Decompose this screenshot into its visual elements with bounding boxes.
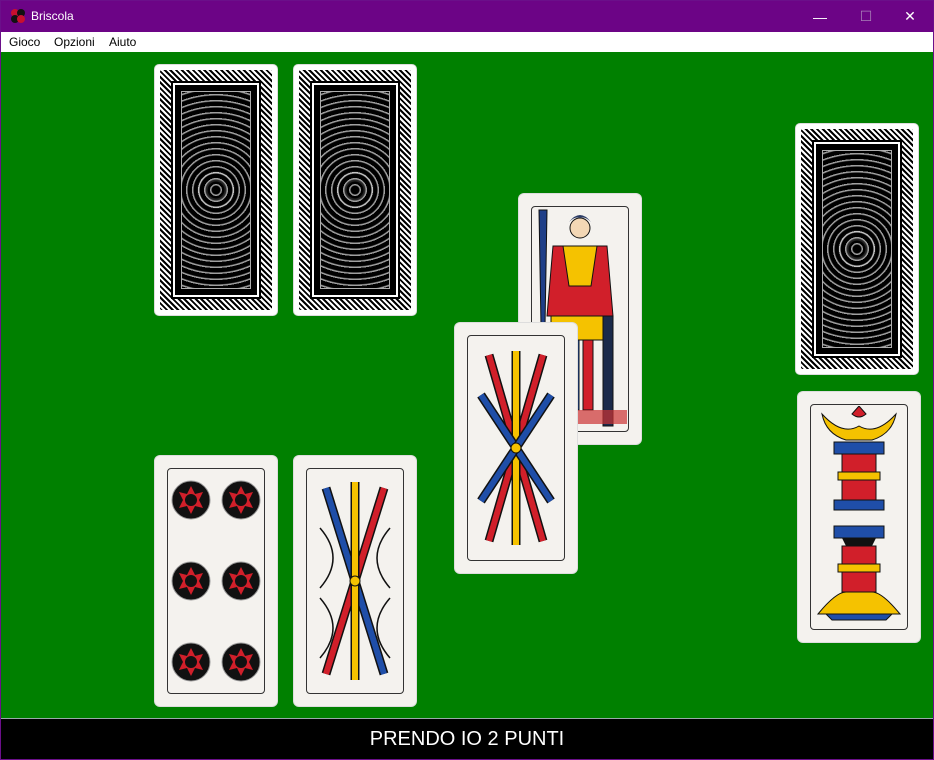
status-message: PRENDO IO 2 PUNTI — [369, 727, 565, 750]
close-icon: ✕ — [904, 8, 916, 24]
hand-card-2[interactable] — [294, 456, 416, 706]
deck-pile[interactable] — [796, 124, 918, 374]
menu-bar: Gioco Opzioni Aiuto — [1, 32, 933, 52]
minimize-icon: — — [813, 8, 827, 25]
menu-gioco[interactable]: Gioco — [9, 35, 40, 49]
maximize-icon: ☐ — [859, 8, 873, 24]
hand-card-1[interactable] — [155, 456, 277, 706]
maximize-button[interactable]: ☐ — [843, 1, 889, 32]
close-button[interactable]: ✕ — [887, 1, 933, 32]
window-title: Briscola — [31, 9, 74, 23]
app-icon — [11, 9, 25, 23]
briscola-card — [798, 392, 920, 642]
opponent-card-1 — [155, 65, 277, 315]
minimize-button[interactable]: — — [797, 1, 843, 32]
played-card-bottom — [455, 323, 577, 573]
coppe-icon — [816, 406, 902, 621]
bastoni-icon — [319, 482, 391, 680]
menu-aiuto[interactable]: Aiuto — [109, 35, 136, 49]
opponent-card-2 — [294, 65, 416, 315]
bastoni-icon — [477, 351, 555, 545]
title-bar[interactable]: Briscola — ☐ ✕ — [1, 1, 933, 32]
briscola-window: Briscola — ☐ ✕ Gioco Opzioni Aiuto PREND… — [0, 0, 934, 760]
game-table — [1, 52, 933, 718]
menu-opzioni[interactable]: Opzioni — [54, 35, 95, 49]
status-bar: PRENDO IO 2 PUNTI — [1, 718, 933, 759]
denari-icon — [171, 480, 261, 682]
